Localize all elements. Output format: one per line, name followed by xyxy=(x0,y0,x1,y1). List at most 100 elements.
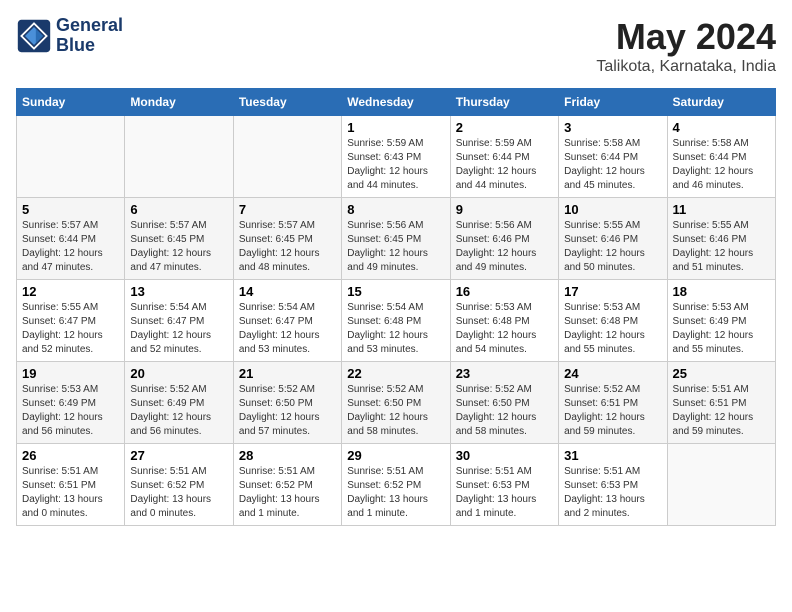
header-monday: Monday xyxy=(125,89,233,116)
day-number: 21 xyxy=(239,366,336,381)
day-detail: Sunrise: 5:57 AM Sunset: 6:45 PM Dayligh… xyxy=(130,219,227,275)
day-number: 28 xyxy=(239,448,336,463)
day-detail: Sunrise: 5:59 AM Sunset: 6:44 PM Dayligh… xyxy=(456,137,553,193)
header-tuesday: Tuesday xyxy=(233,89,341,116)
day-detail: Sunrise: 5:52 AM Sunset: 6:49 PM Dayligh… xyxy=(130,383,227,439)
header-saturday: Saturday xyxy=(667,89,775,116)
day-detail: Sunrise: 5:51 AM Sunset: 6:52 PM Dayligh… xyxy=(239,465,336,521)
day-number: 11 xyxy=(673,202,770,217)
logo-line1: General xyxy=(56,16,123,36)
cell-4-5: 31Sunrise: 5:51 AM Sunset: 6:53 PM Dayli… xyxy=(559,444,667,526)
week-row-1: 1 Sunrise: 5:59 AM Sunset: 6:43 PM Daylig… xyxy=(17,116,776,198)
cell-4-2: 28 Sunrise: 5:51 AM Sunset: 6:52 PM Dayli… xyxy=(233,444,341,526)
day-detail: Sunrise: 5:52 AM Sunset: 6:50 PM Dayligh… xyxy=(456,383,553,439)
cell-2-1: 13Sunrise: 5:54 AM Sunset: 6:47 PM Dayli… xyxy=(125,280,233,362)
week-row-4: 19 Sunrise: 5:53 AM Sunset: 6:49 PM Dayli… xyxy=(17,362,776,444)
week-row-2: 5Sunrise: 5:57 AM Sunset: 6:44 PM Daylig… xyxy=(17,198,776,280)
cell-3-4: 23 Sunrise: 5:52 AM Sunset: 6:50 PM Dayli… xyxy=(450,362,558,444)
logo-text: General Blue xyxy=(56,16,123,56)
day-number: 23 xyxy=(456,366,553,381)
day-detail: Sunrise: 5:53 AM Sunset: 6:48 PM Dayligh… xyxy=(564,301,661,357)
day-detail: Sunrise: 5:51 AM Sunset: 6:53 PM Dayligh… xyxy=(564,465,661,521)
cell-1-1: 6 Sunrise: 5:57 AM Sunset: 6:45 PM Daylig… xyxy=(125,198,233,280)
day-number: 5 xyxy=(22,202,119,217)
day-detail: Sunrise: 5:51 AM Sunset: 6:52 PM Dayligh… xyxy=(347,465,444,521)
day-detail: Sunrise: 5:53 AM Sunset: 6:49 PM Dayligh… xyxy=(673,301,770,357)
day-detail: Sunrise: 5:58 AM Sunset: 6:44 PM Dayligh… xyxy=(564,137,661,193)
day-detail: Sunrise: 5:54 AM Sunset: 6:48 PM Dayligh… xyxy=(347,301,444,357)
cell-3-5: 24 Sunrise: 5:52 AM Sunset: 6:51 PM Dayli… xyxy=(559,362,667,444)
cell-2-0: 12Sunrise: 5:55 AM Sunset: 6:47 PM Dayli… xyxy=(17,280,125,362)
header-sunday: Sunday xyxy=(17,89,125,116)
day-number: 25 xyxy=(673,366,770,381)
cell-4-3: 29 Sunrise: 5:51 AM Sunset: 6:52 PM Dayli… xyxy=(342,444,450,526)
cell-4-6 xyxy=(667,444,775,526)
cell-2-6: 18 Sunrise: 5:53 AM Sunset: 6:49 PM Dayli… xyxy=(667,280,775,362)
day-number: 20 xyxy=(130,366,227,381)
cell-2-4: 16 Sunrise: 5:53 AM Sunset: 6:48 PM Dayli… xyxy=(450,280,558,362)
cell-4-4: 30 Sunrise: 5:51 AM Sunset: 6:53 PM Dayli… xyxy=(450,444,558,526)
title-block: May 2024 Talikota, Karnataka, India xyxy=(596,16,776,76)
day-number: 9 xyxy=(456,202,553,217)
logo: General Blue xyxy=(16,16,123,56)
day-detail: Sunrise: 5:53 AM Sunset: 6:49 PM Dayligh… xyxy=(22,383,119,439)
logo-line2: Blue xyxy=(56,36,123,56)
day-number: 14 xyxy=(239,284,336,299)
day-detail: Sunrise: 5:52 AM Sunset: 6:50 PM Dayligh… xyxy=(239,383,336,439)
cell-2-3: 15Sunrise: 5:54 AM Sunset: 6:48 PM Dayli… xyxy=(342,280,450,362)
day-number: 17 xyxy=(564,284,661,299)
day-number: 4 xyxy=(673,120,770,135)
cell-1-3: 8 Sunrise: 5:56 AM Sunset: 6:45 PM Daylig… xyxy=(342,198,450,280)
cell-4-1: 27 Sunrise: 5:51 AM Sunset: 6:52 PM Dayli… xyxy=(125,444,233,526)
day-number: 10 xyxy=(564,202,661,217)
day-detail: Sunrise: 5:52 AM Sunset: 6:51 PM Dayligh… xyxy=(564,383,661,439)
cell-0-6: 4 Sunrise: 5:58 AM Sunset: 6:44 PM Daylig… xyxy=(667,116,775,198)
cell-0-1 xyxy=(125,116,233,198)
cell-1-0: 5Sunrise: 5:57 AM Sunset: 6:44 PM Daylig… xyxy=(17,198,125,280)
day-detail: Sunrise: 5:56 AM Sunset: 6:46 PM Dayligh… xyxy=(456,219,553,275)
cell-2-2: 14Sunrise: 5:54 AM Sunset: 6:47 PM Dayli… xyxy=(233,280,341,362)
cell-2-5: 17 Sunrise: 5:53 AM Sunset: 6:48 PM Dayli… xyxy=(559,280,667,362)
day-number: 12 xyxy=(22,284,119,299)
cell-3-3: 22 Sunrise: 5:52 AM Sunset: 6:50 PM Dayli… xyxy=(342,362,450,444)
cell-0-0 xyxy=(17,116,125,198)
day-number: 2 xyxy=(456,120,553,135)
cell-3-2: 21 Sunrise: 5:52 AM Sunset: 6:50 PM Dayli… xyxy=(233,362,341,444)
cell-0-2 xyxy=(233,116,341,198)
day-number: 1 xyxy=(347,120,444,135)
cell-3-0: 19 Sunrise: 5:53 AM Sunset: 6:49 PM Dayli… xyxy=(17,362,125,444)
week-row-3: 12Sunrise: 5:55 AM Sunset: 6:47 PM Dayli… xyxy=(17,280,776,362)
day-number: 30 xyxy=(456,448,553,463)
cell-3-1: 20 Sunrise: 5:52 AM Sunset: 6:49 PM Dayli… xyxy=(125,362,233,444)
day-number: 16 xyxy=(456,284,553,299)
header-friday: Friday xyxy=(559,89,667,116)
day-number: 22 xyxy=(347,366,444,381)
cell-1-5: 10Sunrise: 5:55 AM Sunset: 6:46 PM Dayli… xyxy=(559,198,667,280)
day-detail: Sunrise: 5:51 AM Sunset: 6:53 PM Dayligh… xyxy=(456,465,553,521)
day-number: 13 xyxy=(130,284,227,299)
day-number: 27 xyxy=(130,448,227,463)
day-detail: Sunrise: 5:56 AM Sunset: 6:45 PM Dayligh… xyxy=(347,219,444,275)
day-number: 6 xyxy=(130,202,227,217)
day-number: 29 xyxy=(347,448,444,463)
cell-3-6: 25 Sunrise: 5:51 AM Sunset: 6:51 PM Dayli… xyxy=(667,362,775,444)
cell-0-4: 2 Sunrise: 5:59 AM Sunset: 6:44 PM Daylig… xyxy=(450,116,558,198)
week-row-5: 26Sunrise: 5:51 AM Sunset: 6:51 PM Dayli… xyxy=(17,444,776,526)
day-detail: Sunrise: 5:55 AM Sunset: 6:46 PM Dayligh… xyxy=(673,219,770,275)
day-number: 8 xyxy=(347,202,444,217)
calendar-table: SundayMondayTuesdayWednesdayThursdayFrid… xyxy=(16,88,776,526)
day-detail: Sunrise: 5:51 AM Sunset: 6:52 PM Dayligh… xyxy=(130,465,227,521)
day-number: 18 xyxy=(673,284,770,299)
calendar-title: May 2024 xyxy=(596,16,776,58)
day-detail: Sunrise: 5:51 AM Sunset: 6:51 PM Dayligh… xyxy=(673,383,770,439)
day-number: 26 xyxy=(22,448,119,463)
day-detail: Sunrise: 5:52 AM Sunset: 6:50 PM Dayligh… xyxy=(347,383,444,439)
header-thursday: Thursday xyxy=(450,89,558,116)
header-wednesday: Wednesday xyxy=(342,89,450,116)
day-number: 19 xyxy=(22,366,119,381)
day-detail: Sunrise: 5:53 AM Sunset: 6:48 PM Dayligh… xyxy=(456,301,553,357)
day-number: 24 xyxy=(564,366,661,381)
day-detail: Sunrise: 5:59 AM Sunset: 6:43 PM Dayligh… xyxy=(347,137,444,193)
day-detail: Sunrise: 5:58 AM Sunset: 6:44 PM Dayligh… xyxy=(673,137,770,193)
cell-4-0: 26Sunrise: 5:51 AM Sunset: 6:51 PM Dayli… xyxy=(17,444,125,526)
